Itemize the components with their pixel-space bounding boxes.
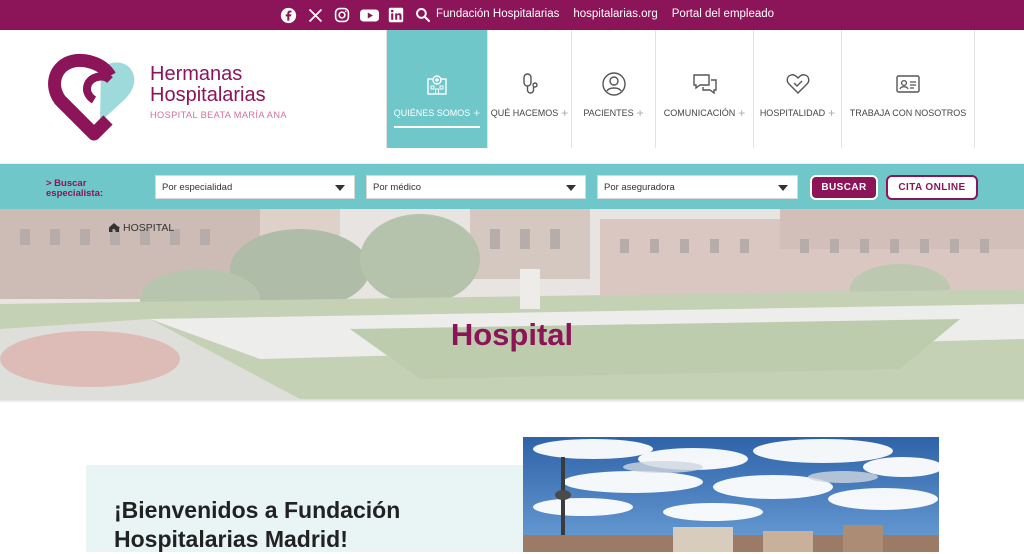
- nav-item-comunicacion[interactable]: COMUNICACIÓN +: [655, 30, 753, 148]
- nav-item-pacientes[interactable]: PACIENTES +: [571, 30, 655, 148]
- nav-label-quienes-somos: QUIÉNES SOMOS: [393, 108, 471, 118]
- hero-divider: [0, 399, 1024, 403]
- welcome-title: ¡Bienvenidos a Fundación Hospitalarias M…: [114, 497, 401, 552]
- page-title: Hospital: [450, 317, 574, 352]
- search-icon[interactable]: [413, 5, 433, 25]
- breadcrumb-current: > HOSPITAL: [114, 222, 175, 234]
- hero-overlay: [0, 209, 1024, 399]
- chevron-down-icon: [566, 185, 576, 191]
- madrid-photo: [523, 437, 939, 552]
- nav-label-pacientes: PACIENTES: [583, 108, 634, 118]
- insurer-select-value: Por aseguradora: [604, 182, 675, 193]
- linkedin-icon[interactable]: [386, 5, 406, 25]
- logo-name: Hermanas Hospitalarias: [150, 64, 266, 106]
- logo-line1: Hermanas: [150, 63, 243, 85]
- nav-label-hospitalidad: HOSPITALIDAD: [759, 108, 826, 118]
- social-links: [278, 5, 433, 25]
- hero-banner: > HOSPITAL Hospital: [0, 209, 1024, 399]
- nav-label-comunicacion: COMUNICACIÓN: [663, 108, 736, 118]
- nav-item-que-hacemos[interactable]: QUÉ HACEMOS +: [487, 30, 571, 148]
- stethoscope-icon: [516, 70, 544, 98]
- id-card-icon: [894, 70, 922, 98]
- search-title-line2: especialista:: [46, 188, 104, 199]
- heart-icon: [784, 70, 812, 98]
- cita-online-button[interactable]: CITA ONLINE: [886, 175, 978, 200]
- chat-icon: [691, 70, 719, 98]
- facebook-icon[interactable]: [278, 5, 298, 25]
- plus-icon: +: [561, 105, 569, 120]
- logo-subtitle: HOSPITAL BEATA MARÍA ANA: [150, 110, 287, 120]
- chevron-down-icon: [335, 185, 345, 191]
- main-nav: QUIÉNES SOMOS + QUÉ HACEMOS + PACIENTES + C…: [386, 30, 975, 148]
- top-bar: Fundación Hospitalarias hospitalarias.or…: [0, 0, 1024, 30]
- link-hospitalarias-org[interactable]: hospitalarias.org: [573, 8, 657, 20]
- logo-mark-icon: [48, 54, 135, 141]
- plus-icon: +: [828, 105, 836, 120]
- link-portal-empleado[interactable]: Portal del empleado: [672, 8, 774, 20]
- logo-line2: Hospitalarias: [150, 84, 266, 106]
- top-links: Fundación Hospitalarias hospitalarias.or…: [436, 8, 774, 20]
- user-icon: [600, 70, 628, 98]
- link-fundacion[interactable]: Fundación Hospitalarias: [436, 8, 559, 20]
- logo[interactable]: Hermanas Hospitalarias HOSPITAL BEATA MA…: [48, 52, 288, 152]
- buscar-button[interactable]: BUSCAR: [810, 175, 878, 200]
- doctor-select-value: Por médico: [373, 182, 422, 193]
- search-title: > Buscar especialista:: [46, 179, 103, 199]
- site-header: Hermanas Hospitalarias HOSPITAL BEATA MA…: [0, 30, 1024, 164]
- nav-item-trabaja-con-nosotros[interactable]: TRABAJA CON NOSOTROS: [841, 30, 975, 148]
- chevron-down-icon: [778, 185, 788, 191]
- breadcrumb: > HOSPITAL: [108, 222, 174, 234]
- hospital-icon: [423, 70, 451, 98]
- nav-label-que-hacemos: QUÉ HACEMOS: [490, 108, 559, 118]
- nav-item-quienes-somos[interactable]: QUIÉNES SOMOS +: [386, 30, 487, 148]
- specialty-select[interactable]: Por especialidad: [155, 175, 355, 199]
- specialty-select-value: Por especialidad: [162, 182, 233, 193]
- nav-label-trabaja-con-nosotros: TRABAJA CON NOSOTROS: [849, 108, 967, 118]
- nav-item-hospitalidad[interactable]: HOSPITALIDAD +: [753, 30, 841, 148]
- doctor-select[interactable]: Por médico: [366, 175, 586, 199]
- x-icon[interactable]: [305, 5, 325, 25]
- plus-icon: +: [636, 105, 644, 120]
- specialist-search-bar: > Buscar especialista: Por especialidad …: [0, 164, 1024, 209]
- active-underline: [394, 126, 480, 128]
- insurer-select[interactable]: Por aseguradora: [597, 175, 798, 199]
- plus-icon: +: [738, 105, 746, 120]
- plus-icon: +: [473, 105, 481, 120]
- youtube-icon[interactable]: [359, 5, 379, 25]
- instagram-icon[interactable]: [332, 5, 352, 25]
